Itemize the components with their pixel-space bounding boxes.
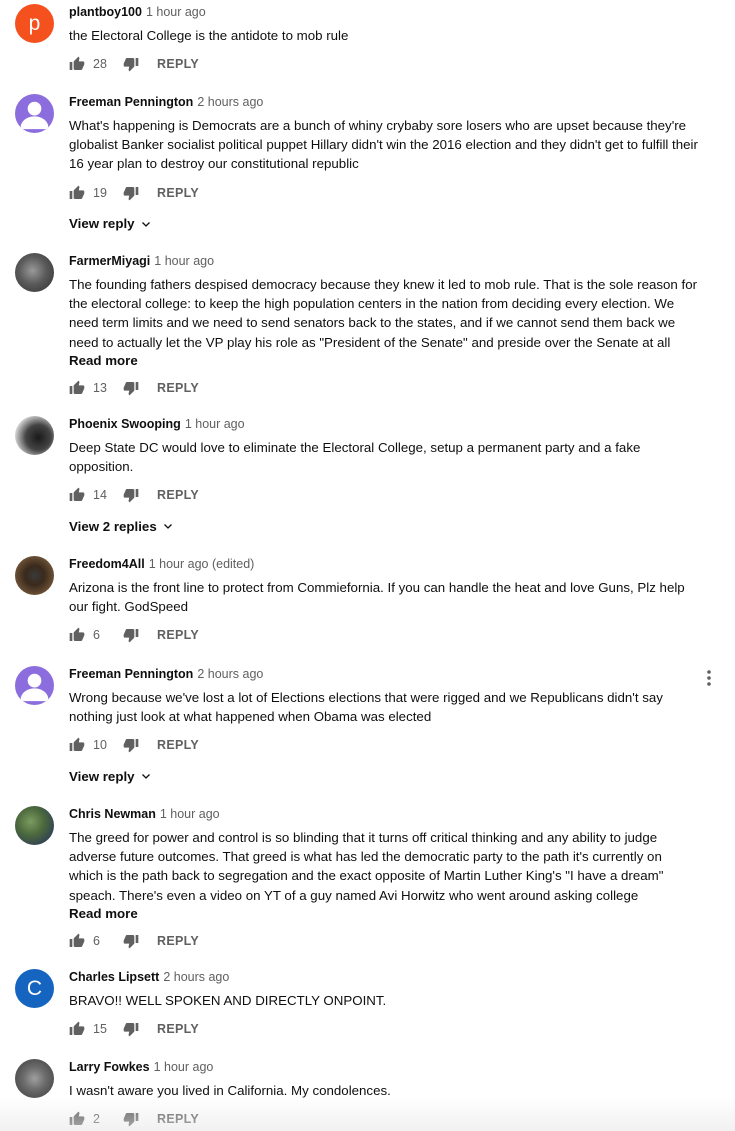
chevron-down-icon [162,520,174,532]
reply-button[interactable]: REPLY [157,186,199,200]
thumbs-up-icon[interactable] [69,737,85,753]
view-replies-button[interactable]: View reply [69,767,699,785]
comment-text: BRAVO!! WELL SPOKEN AND DIRECTLY ONPOINT… [69,993,387,1008]
thumbs-down-icon[interactable] [123,737,139,753]
like-count: 19 [93,185,107,200]
comment-time[interactable]: 1 hour ago (edited) [149,557,255,571]
thumbs-up-icon[interactable] [69,1111,85,1127]
thumbs-down-icon[interactable] [123,185,139,201]
reply-button[interactable]: REPLY [157,488,199,502]
comment-text: the Electoral College is the antidote to… [69,28,349,43]
comment-time[interactable]: 1 hour ago [160,807,220,821]
comment-time[interactable]: 1 hour ago [185,417,245,431]
avatar[interactable] [15,556,54,595]
thumbs-down-icon[interactable] [123,1021,139,1037]
like-count: 13 [93,380,107,395]
thumbs-up-icon[interactable] [69,1021,85,1037]
reply-button[interactable]: REPLY [157,381,199,395]
comment-time[interactable]: 2 hours ago [163,970,229,984]
like-count: 15 [93,1022,107,1037]
chevron-down-icon [140,218,152,230]
like-count: 6 [93,933,100,948]
comment-author[interactable]: plantboy100 [69,5,142,19]
view-replies-label: View reply [69,216,135,232]
comment-text: Arizona is the front line to protect fro… [69,580,685,615]
reply-button[interactable]: REPLY [157,934,199,948]
avatar-letter: C [26,976,43,1000]
thumbs-down-icon[interactable] [123,933,139,949]
comment-time[interactable]: 1 hour ago [154,1060,214,1074]
thumbs-up-icon[interactable] [69,627,85,643]
thumbs-up-icon[interactable] [69,487,85,503]
reply-button[interactable]: REPLY [157,1112,199,1126]
comment-text: Wrong because we've lost a lot of Electi… [69,690,663,725]
chevron-down-icon [140,770,152,782]
thumbs-down-icon[interactable] [123,1111,139,1127]
like-count: 28 [93,57,107,72]
thumbs-down-icon[interactable] [123,487,139,503]
view-replies-button[interactable]: View 2 replies [69,517,699,535]
reply-button[interactable]: REPLY [157,628,199,642]
comment-author[interactable]: Freeman Pennington [69,667,193,681]
comment-time[interactable]: 1 hour ago [154,254,214,268]
read-more-link[interactable]: Read more [69,905,699,922]
avatar[interactable] [15,1059,54,1098]
thumbs-down-icon[interactable] [123,56,139,72]
avatar[interactable] [15,806,54,845]
read-more-link[interactable]: Read more [69,352,699,369]
comment-text: Deep State DC would love to eliminate th… [69,440,641,475]
comment-time[interactable]: 2 hours ago [197,667,263,681]
avatar[interactable] [15,416,54,455]
view-replies-label: View reply [69,768,135,784]
comment-time[interactable]: 1 hour ago [146,5,206,19]
comment-author[interactable]: Larry Fowkes [69,1060,150,1074]
avatar[interactable]: C [15,969,54,1008]
comment-author[interactable]: Chris Newman [69,807,156,821]
thumbs-down-icon[interactable] [123,380,139,396]
thumbs-up-icon[interactable] [69,380,85,396]
comment-text: The greed for power and control is so bl… [69,830,664,903]
thumbs-down-icon[interactable] [123,627,139,643]
view-replies-label: View 2 replies [69,518,157,534]
reply-button[interactable]: REPLY [157,738,199,752]
person-icon [15,666,54,705]
comment-time[interactable]: 2 hours ago [197,95,263,109]
reply-button[interactable]: REPLY [157,57,199,71]
avatar[interactable]: p [15,4,54,43]
person-icon [15,94,54,133]
comment-text: The founding fathers despised democracy … [69,277,698,350]
comment-author[interactable]: Charles Lipsett [69,970,159,984]
like-count: 6 [93,628,100,643]
comment-text: What's happening is Democrats are a bunc… [69,118,698,172]
thumbs-up-icon[interactable] [69,185,85,201]
like-count: 10 [93,738,107,753]
like-count: 14 [93,488,107,503]
comment-author[interactable]: Freeman Pennington [69,95,193,109]
avatar[interactable] [15,94,54,133]
thumbs-up-icon[interactable] [69,56,85,72]
reply-button[interactable]: REPLY [157,1022,199,1036]
avatar[interactable] [15,666,54,705]
like-count: 2 [93,1112,100,1127]
more-vert-icon[interactable] [705,669,713,687]
comment-author[interactable]: Freedom4All [69,557,145,571]
avatar[interactable] [15,253,54,292]
avatar-letter: p [28,11,41,35]
comment-text: I wasn't aware you lived in California. … [69,1083,391,1098]
thumbs-up-icon[interactable] [69,933,85,949]
comment-author[interactable]: Phoenix Swooping [69,417,181,431]
view-replies-button[interactable]: View reply [69,215,699,233]
comment-author[interactable]: FarmerMiyagi [69,254,150,268]
